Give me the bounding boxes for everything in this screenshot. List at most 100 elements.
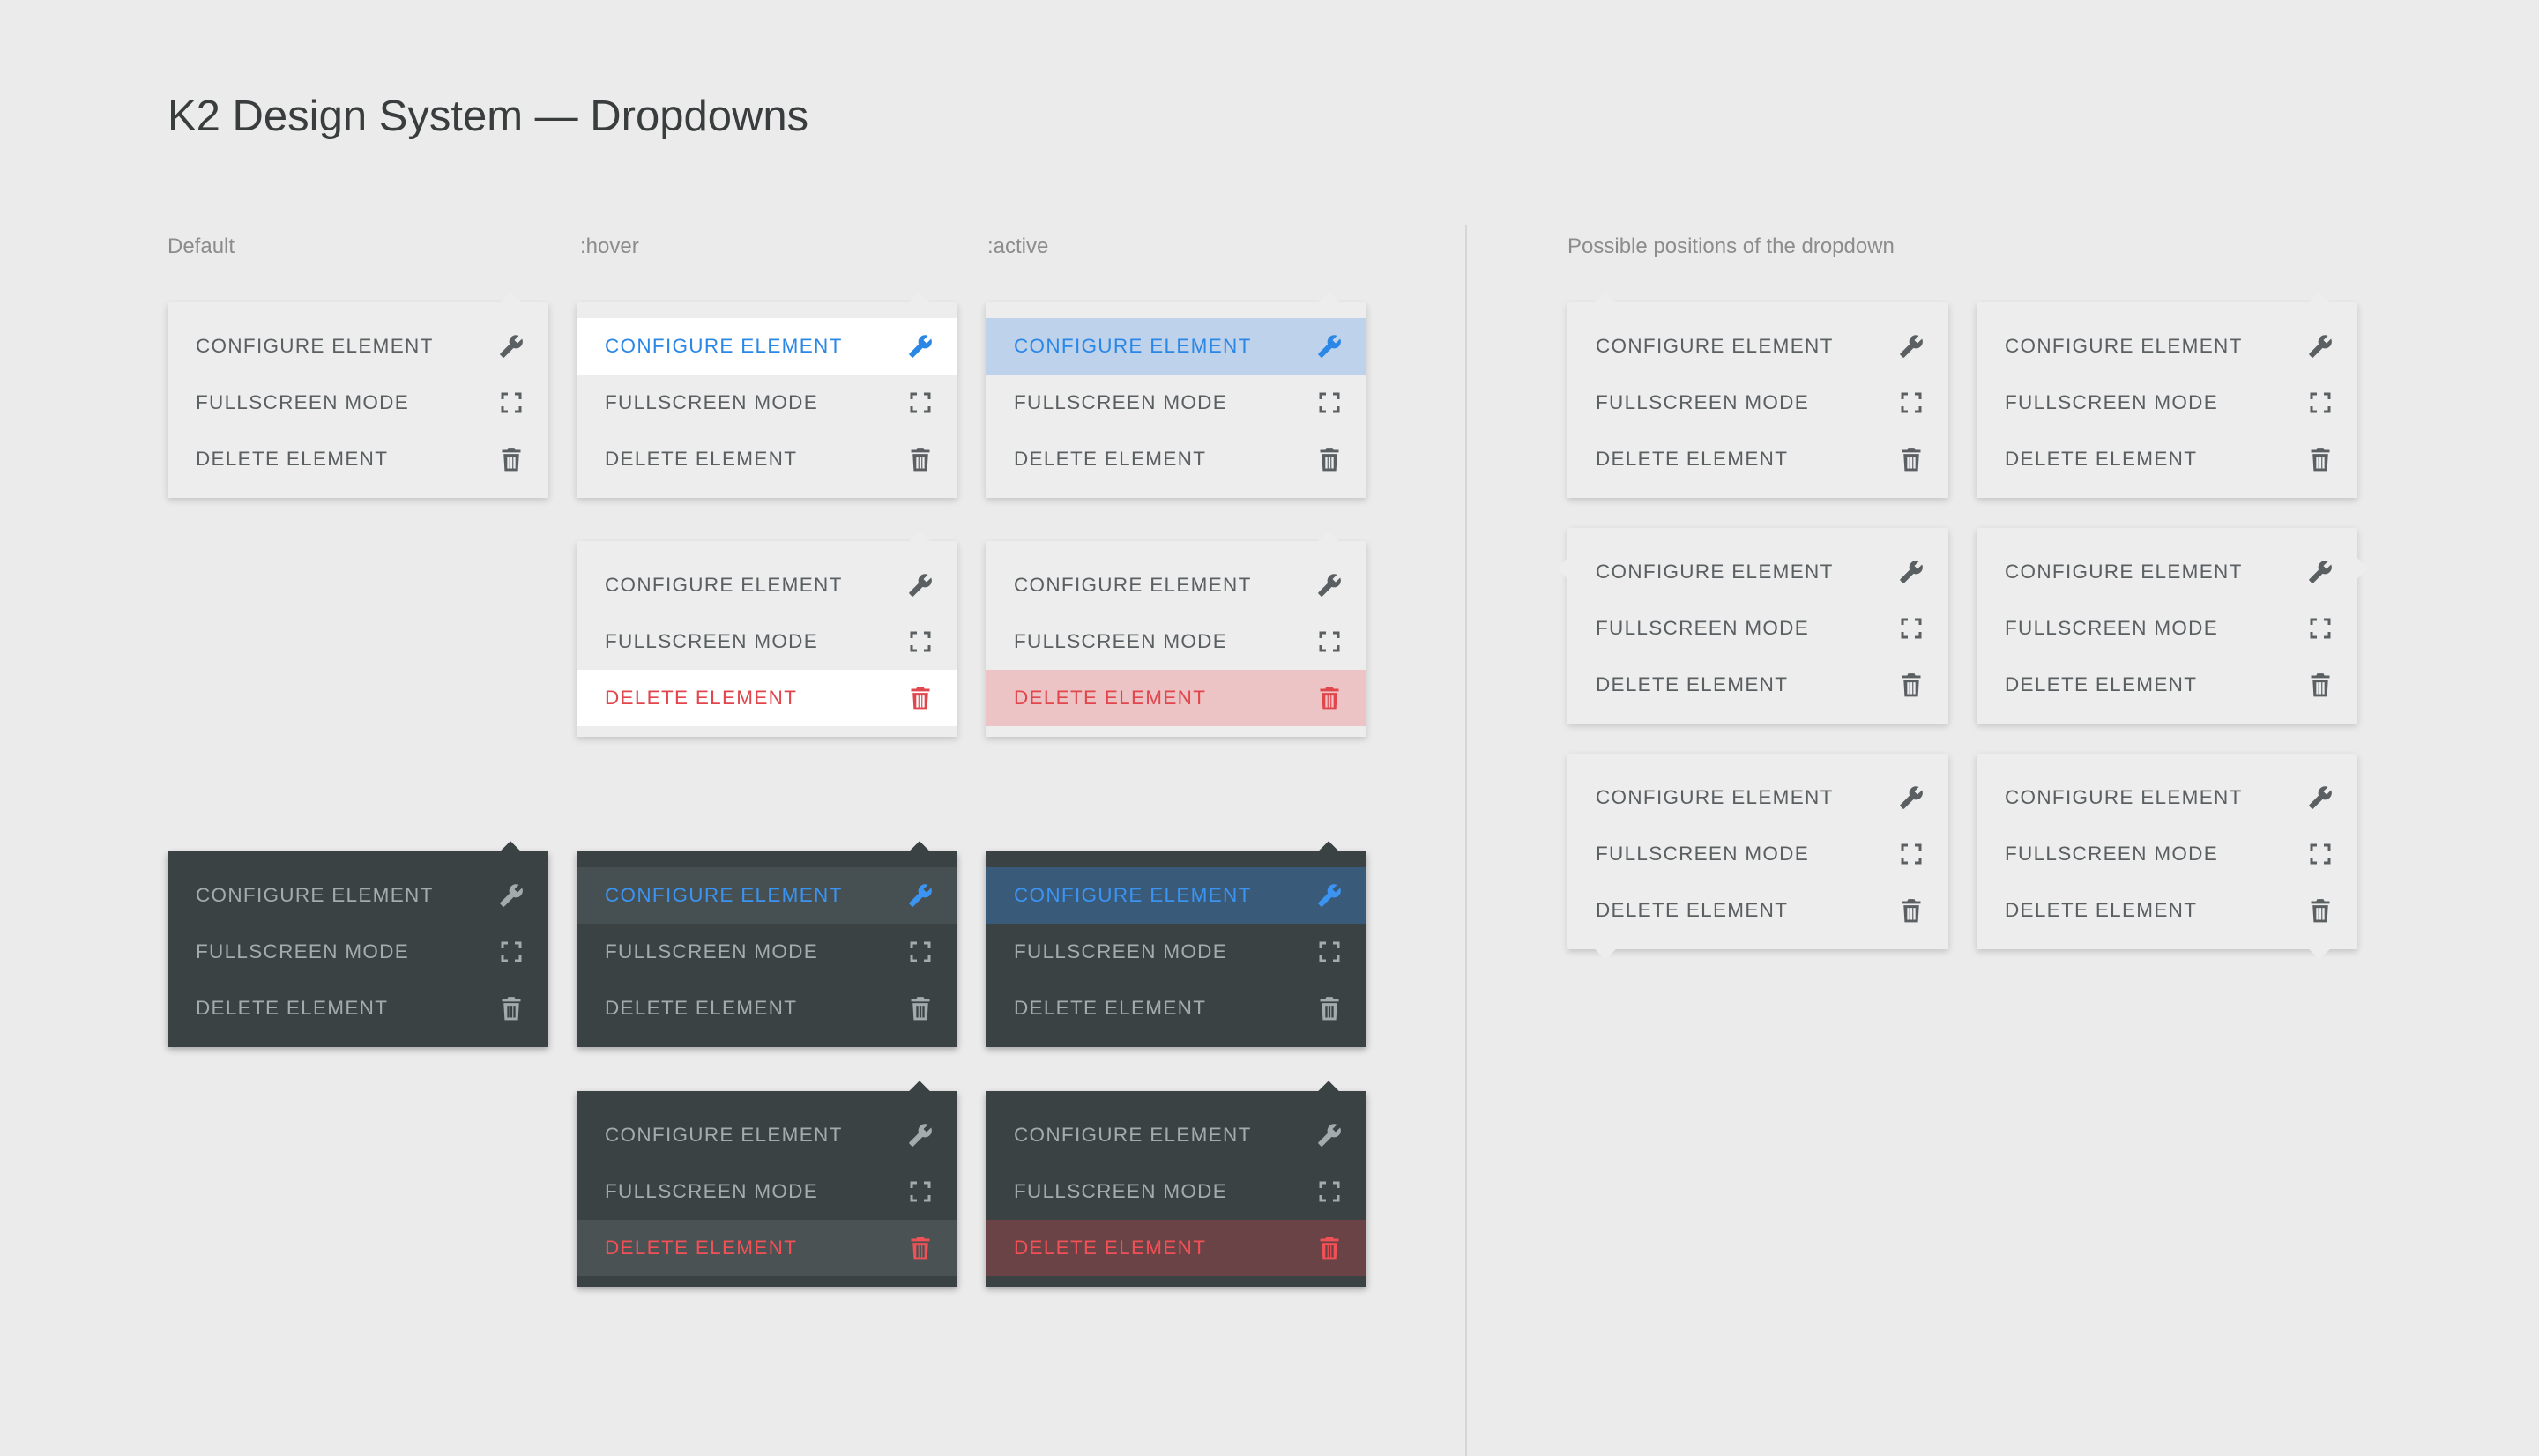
menu-item-delete[interactable]: DELETE ELEMENT	[1567, 657, 1948, 713]
trash-icon	[499, 446, 524, 472]
menu-item-fullscreen[interactable]: FULLSCREEN MODE	[1977, 375, 2357, 431]
wrench-icon	[908, 1122, 933, 1148]
menu-item-delete[interactable]: DELETE ELEMENT	[168, 431, 548, 487]
menu-item-configure[interactable]: CONFIGURE ELEMENT	[986, 557, 1366, 613]
menu-item-label: DELETE ELEMENT	[2005, 448, 2198, 470]
menu-item-label: CONFIGURE ELEMENT	[1596, 561, 1834, 583]
menu-item-delete[interactable]: DELETE ELEMENT	[1977, 431, 2357, 487]
dropdown-caret	[1317, 292, 1340, 315]
menu-item-configure[interactable]: CONFIGURE ELEMENT	[1977, 544, 2357, 600]
wrench-icon	[1317, 1122, 1342, 1148]
menu-item-configure[interactable]: CONFIGURE ELEMENT	[577, 867, 957, 924]
section-label-default: Default	[168, 234, 235, 258]
menu-item-delete[interactable]: DELETE ELEMENT	[577, 980, 957, 1036]
menu-item-delete[interactable]: DELETE ELEMENT	[986, 670, 1366, 726]
menu-item-label: FULLSCREEN MODE	[1596, 391, 1810, 413]
menu-item-fullscreen[interactable]: FULLSCREEN MODE	[577, 375, 957, 431]
wrench-icon	[908, 333, 933, 360]
menu-item-delete[interactable]: DELETE ELEMENT	[577, 670, 957, 726]
menu-item-fullscreen[interactable]: FULLSCREEN MODE	[577, 1163, 957, 1220]
menu-item-label: CONFIGURE ELEMENT	[2005, 786, 2243, 808]
menu-item-delete[interactable]: DELETE ELEMENT	[986, 1220, 1366, 1276]
menu-item-label: FULLSCREEN MODE	[1014, 630, 1228, 652]
menu-item-configure[interactable]: CONFIGURE ELEMENT	[986, 1107, 1366, 1163]
menu-item-label: CONFIGURE ELEMENT	[605, 884, 843, 906]
menu-item-fullscreen[interactable]: FULLSCREEN MODE	[577, 613, 957, 670]
menu-item-fullscreen[interactable]: FULLSCREEN MODE	[168, 924, 548, 980]
wrench-icon	[1317, 882, 1342, 909]
menu-item-delete[interactable]: DELETE ELEMENT	[1977, 882, 2357, 939]
trash-icon	[1899, 672, 1924, 698]
wrench-icon	[2308, 784, 2333, 811]
menu-item-fullscreen[interactable]: FULLSCREEN MODE	[577, 924, 957, 980]
menu-item-fullscreen[interactable]: FULLSCREEN MODE	[1977, 600, 2357, 657]
menu-item-configure[interactable]: CONFIGURE ELEMENT	[577, 557, 957, 613]
dropdown-hover-dark-configure: CONFIGURE ELEMENT FULLSCREEN MODE DELETE E…	[577, 841, 957, 1047]
menu-item-label: CONFIGURE ELEMENT	[1014, 1124, 1252, 1146]
menu-item-configure[interactable]: CONFIGURE ELEMENT	[986, 867, 1366, 924]
menu-item-fullscreen[interactable]: FULLSCREEN MODE	[986, 375, 1366, 431]
section-label-active: :active	[987, 234, 1049, 258]
fullscreen-icon	[908, 390, 933, 416]
menu-item-configure[interactable]: CONFIGURE ELEMENT	[577, 318, 957, 375]
dropdown-caret	[499, 292, 522, 315]
menu-item-label: DELETE ELEMENT	[1014, 687, 1207, 709]
menu-item-delete[interactable]: DELETE ELEMENT	[1977, 657, 2357, 713]
fullscreen-icon	[1899, 390, 1924, 416]
menu-item-label: FULLSCREEN MODE	[2005, 391, 2219, 413]
section-label-positions: Possible positions of the dropdown	[1567, 234, 1895, 258]
menu-item-configure[interactable]: CONFIGURE ELEMENT	[1567, 769, 1948, 826]
menu-item-configure[interactable]: CONFIGURE ELEMENT	[986, 318, 1366, 375]
menu-item-fullscreen[interactable]: FULLSCREEN MODE	[986, 613, 1366, 670]
menu-item-delete[interactable]: DELETE ELEMENT	[577, 431, 957, 487]
dropdown-caret	[908, 292, 931, 315]
trash-icon	[2308, 446, 2333, 472]
dropdown-caret	[908, 1081, 931, 1103]
menu-item-label: FULLSCREEN MODE	[605, 630, 819, 652]
menu-item-label: FULLSCREEN MODE	[1596, 617, 1810, 639]
dropdown-position-left: CONFIGURE ELEMENT FULLSCREEN MODE DELETE E…	[1557, 528, 1948, 724]
wrench-icon	[1317, 572, 1342, 598]
menu-item-fullscreen[interactable]: FULLSCREEN MODE	[986, 924, 1366, 980]
menu-item-configure[interactable]: CONFIGURE ELEMENT	[577, 1107, 957, 1163]
menu-item-fullscreen[interactable]: FULLSCREEN MODE	[986, 1163, 1366, 1220]
menu-item-delete[interactable]: DELETE ELEMENT	[1567, 431, 1948, 487]
trash-icon	[2308, 672, 2333, 698]
menu-item-label: FULLSCREEN MODE	[1014, 1180, 1228, 1202]
menu-item-label: FULLSCREEN MODE	[2005, 843, 2219, 865]
menu-item-label: DELETE ELEMENT	[605, 997, 798, 1019]
menu-item-delete[interactable]: DELETE ELEMENT	[168, 980, 548, 1036]
dropdown-caret	[2308, 292, 2331, 315]
menu-item-configure[interactable]: CONFIGURE ELEMENT	[1977, 769, 2357, 826]
menu-item-fullscreen[interactable]: FULLSCREEN MODE	[1567, 600, 1948, 657]
menu-item-configure[interactable]: CONFIGURE ELEMENT	[1977, 318, 2357, 375]
menu-item-label: CONFIGURE ELEMENT	[2005, 561, 2243, 583]
menu-item-configure[interactable]: CONFIGURE ELEMENT	[1567, 318, 1948, 375]
menu-item-fullscreen[interactable]: FULLSCREEN MODE	[1567, 826, 1948, 882]
menu-item-label: DELETE ELEMENT	[605, 687, 798, 709]
dropdown-hover-light-configure: CONFIGURE ELEMENT FULLSCREEN MODE DELETE E…	[577, 292, 957, 498]
menu-item-label: DELETE ELEMENT	[605, 448, 798, 470]
menu-item-label: DELETE ELEMENT	[196, 448, 389, 470]
menu-item-configure[interactable]: CONFIGURE ELEMENT	[168, 318, 548, 375]
menu-item-fullscreen[interactable]: FULLSCREEN MODE	[1567, 375, 1948, 431]
menu-item-delete[interactable]: DELETE ELEMENT	[1567, 882, 1948, 939]
dropdown-position-bottom-right: CONFIGURE ELEMENT FULLSCREEN MODE DELETE E…	[1977, 754, 2357, 960]
menu-item-label: FULLSCREEN MODE	[196, 391, 410, 413]
menu-item-delete[interactable]: DELETE ELEMENT	[986, 431, 1366, 487]
dropdown-caret	[908, 531, 931, 553]
menu-item-fullscreen[interactable]: FULLSCREEN MODE	[1977, 826, 2357, 882]
dropdown-caret	[1317, 531, 1340, 553]
fullscreen-icon	[499, 390, 524, 416]
menu-item-label: DELETE ELEMENT	[196, 997, 389, 1019]
menu-item-delete[interactable]: DELETE ELEMENT	[577, 1220, 957, 1276]
fullscreen-icon	[908, 939, 933, 965]
dropdown-caret	[499, 841, 522, 864]
menu-item-configure[interactable]: CONFIGURE ELEMENT	[1567, 544, 1948, 600]
menu-item-label: DELETE ELEMENT	[1596, 899, 1789, 921]
menu-item-fullscreen[interactable]: FULLSCREEN MODE	[168, 375, 548, 431]
trash-icon	[908, 995, 933, 1021]
menu-item-delete[interactable]: DELETE ELEMENT	[986, 980, 1366, 1036]
menu-item-configure[interactable]: CONFIGURE ELEMENT	[168, 867, 548, 924]
fullscreen-icon	[2308, 390, 2333, 416]
